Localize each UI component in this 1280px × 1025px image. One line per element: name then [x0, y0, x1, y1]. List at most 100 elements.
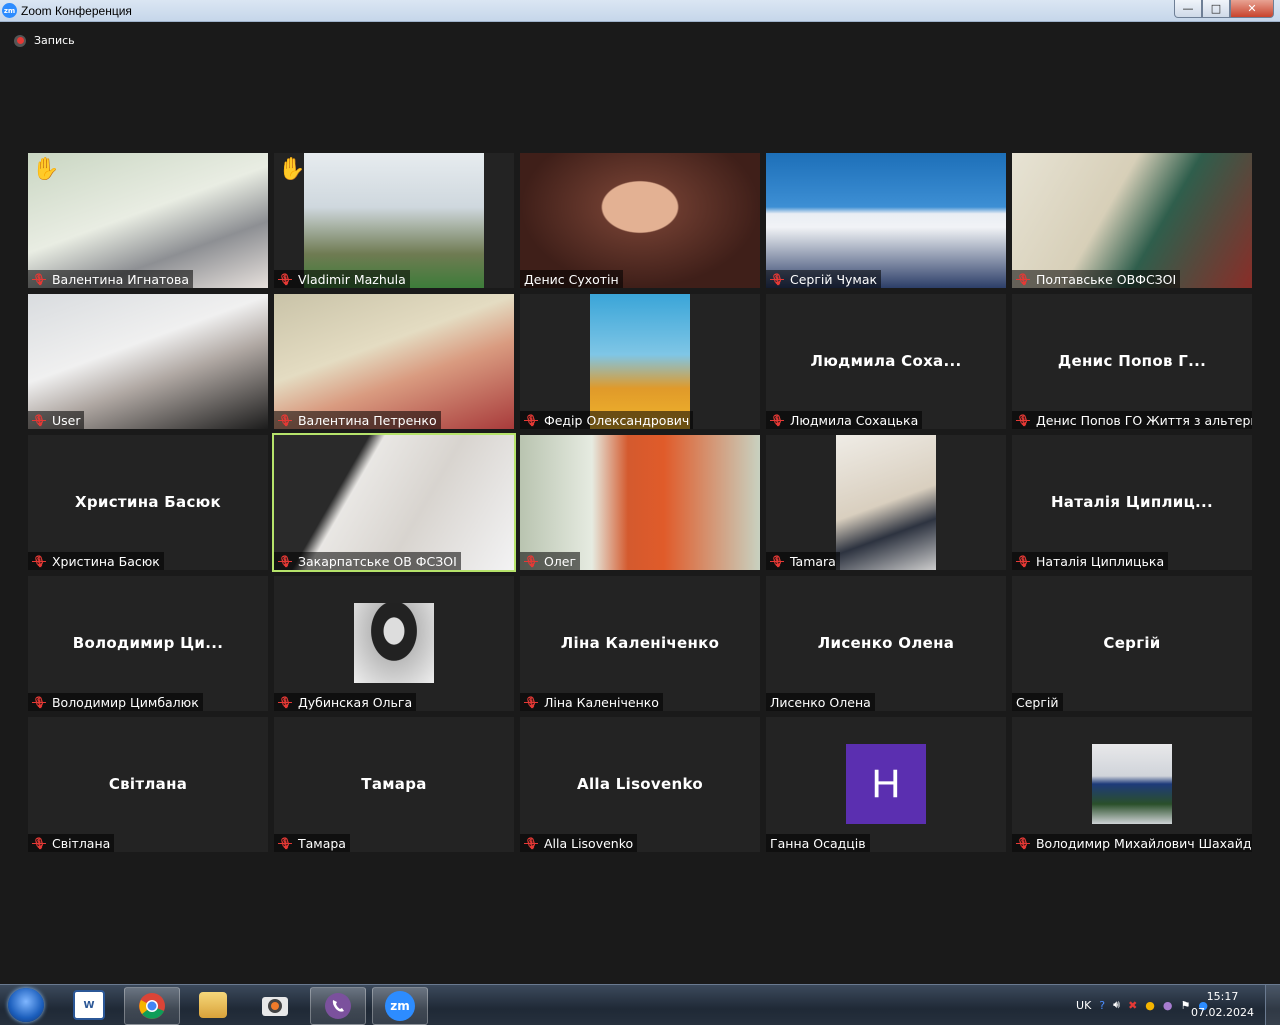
participant-tile[interactable]: 🎙︎ Валентина Петренко: [274, 294, 514, 429]
participant-tile[interactable]: Денис Сухотін: [520, 153, 760, 288]
participant-tile[interactable]: Володимир Ци... 🎙︎ Володимир Цимбалюк: [28, 576, 268, 711]
participant-tile[interactable]: Лисенко Олена Лисенко Олена: [766, 576, 1006, 711]
muted-mic-icon: 🎙︎: [524, 836, 538, 850]
muted-mic-icon: 🎙︎: [1016, 272, 1030, 286]
taskbar: W zm UK ? 🔊︎ ✖ ● ● ⚑ ● 15:17 07.02.2024: [0, 984, 1280, 1025]
muted-mic-icon: 🎙︎: [32, 272, 46, 286]
explorer-icon: [199, 992, 227, 1018]
participant-video: [590, 294, 690, 429]
participant-tile[interactable]: Христина Басюк 🎙︎ Христина Басюк: [28, 435, 268, 570]
participant-video: [28, 153, 268, 288]
maximize-button[interactable]: □: [1202, 0, 1230, 18]
window-title-bar: zm Zoom Конференция — □ ✕: [0, 0, 1280, 22]
tray-viber-icon[interactable]: ●: [1163, 999, 1173, 1012]
participant-name-label: 🎙︎ Володимир Цимбалюк: [28, 693, 203, 711]
participant-tile[interactable]: Сергій Сергій: [1012, 576, 1252, 711]
participant-name: Володимир Михайлович Шахайда: [1035, 835, 1252, 851]
taskbar-word[interactable]: W: [62, 987, 116, 1023]
participant-name: Денис Попов ГО Життя з альтерн...: [1035, 412, 1252, 428]
participant-tile[interactable]: 🎙︎ Сергій Чумак: [766, 153, 1006, 288]
taskbar-viber[interactable]: [310, 987, 366, 1025]
participant-video: [766, 153, 1006, 288]
recording-label: Запись: [34, 34, 75, 47]
participant-photo: [354, 603, 434, 683]
participant-tile[interactable]: Ліна Каленіченко 🎙︎ Ліна Каленіченко: [520, 576, 760, 711]
help-icon[interactable]: ?: [1099, 999, 1105, 1012]
participant-tile[interactable]: Світлана 🎙︎ Світлана: [28, 717, 268, 852]
participant-tile[interactable]: 🎙︎ Федір Олександрович: [520, 294, 760, 429]
language-indicator[interactable]: UK: [1076, 999, 1091, 1012]
system-clock[interactable]: 15:17 07.02.2024: [1191, 989, 1254, 1021]
tray-chrome-icon[interactable]: ●: [1145, 999, 1155, 1012]
participant-video: [520, 435, 760, 570]
muted-mic-icon: 🎙︎: [524, 695, 538, 709]
minimize-button[interactable]: —: [1174, 0, 1202, 18]
participant-name: User: [51, 412, 81, 428]
participant-display-name: Лисенко Олена: [817, 634, 955, 652]
participant-video: [520, 153, 760, 288]
participant-tile[interactable]: 🎙︎ Закарпатське ОВ ФСЗОІ: [272, 433, 516, 572]
participant-tile[interactable]: 🎙︎ Tamara: [766, 435, 1006, 570]
close-button[interactable]: ✕: [1230, 0, 1274, 18]
muted-mic-icon: 🎙︎: [32, 695, 46, 709]
muted-mic-icon: 🎙︎: [32, 836, 46, 850]
participant-name: Валентина Петренко: [297, 412, 437, 428]
participant-tile[interactable]: Денис Попов Г... 🎙︎ Денис Попов ГО Життя з…: [1012, 294, 1252, 429]
participant-name-label: 🎙︎ Валентина Игнатова: [28, 270, 193, 288]
participant-name: Лисенко Олена: [770, 694, 871, 710]
taskbar-chrome[interactable]: [124, 987, 180, 1025]
participant-name-label: 🎙︎ Володимир Михайлович Шахайда: [1012, 834, 1252, 852]
participant-name: Alla Lisovenko: [543, 835, 634, 851]
participant-name-label: 🎙︎ Федір Олександрович: [520, 411, 694, 429]
muted-mic-icon: 🎙︎: [1016, 836, 1030, 850]
zoom-icon: zm: [385, 991, 415, 1021]
chrome-icon: [139, 993, 165, 1019]
taskbar-explorer[interactable]: [186, 987, 240, 1023]
participant-display-name: Сергій: [1103, 634, 1161, 652]
participant-tile[interactable]: ✋ 🎙︎ Vladimir Mazhula: [274, 153, 514, 288]
participant-tile[interactable]: Наталія Циплиц... 🎙︎ Наталія Циплицька: [1012, 435, 1252, 570]
participant-name: Олег: [543, 553, 577, 569]
participant-tile[interactable]: 🎙︎ User: [28, 294, 268, 429]
muted-mic-icon: 🎙︎: [1016, 554, 1030, 568]
raised-hand-icon: ✋: [278, 157, 306, 182]
window-title: Zoom Конференция: [21, 3, 132, 18]
participant-tile[interactable]: 🎙︎ Олег: [520, 435, 760, 570]
muted-mic-icon: 🎙︎: [524, 413, 538, 427]
volume-icon[interactable]: 🔊︎: [1113, 998, 1120, 1012]
participant-video: [304, 153, 484, 288]
participant-video: [28, 294, 268, 429]
muted-mic-icon: 🎙︎: [524, 554, 538, 568]
participant-tile[interactable]: 🎙︎ Володимир Михайлович Шахайда: [1012, 717, 1252, 852]
participant-display-name: Христина Басюк: [74, 493, 222, 511]
participant-name: Tamara: [789, 553, 836, 569]
flag-icon[interactable]: ⚑: [1181, 999, 1191, 1012]
muted-mic-icon: 🎙︎: [278, 413, 292, 427]
participant-name-label: 🎙︎ Alla Lisovenko: [520, 834, 638, 852]
taskbar-zoom[interactable]: zm: [372, 987, 428, 1025]
participant-name: Дубинская Ольга: [297, 694, 413, 710]
participant-tile[interactable]: Людмила Соха... 🎙︎ Людмила Сохацька: [766, 294, 1006, 429]
network-icon[interactable]: ✖: [1128, 999, 1137, 1012]
show-desktop-button[interactable]: [1265, 985, 1280, 1025]
participant-tile[interactable]: Тамара 🎙︎ Тамара: [274, 717, 514, 852]
participant-name-label: 🎙︎ Тамара: [274, 834, 350, 852]
gallery-view: ✋ 🎙︎ Валентина Игнатова ✋ 🎙︎ Vladimir Mazhula…: [28, 153, 1252, 852]
muted-mic-icon: 🎙︎: [278, 836, 292, 850]
participant-tile[interactable]: ✋ 🎙︎ Валентина Игнатова: [28, 153, 268, 288]
participant-display-name: Денис Попов Г...: [1057, 352, 1207, 370]
participant-tile[interactable]: 🎙︎ Дубинская Ольга: [274, 576, 514, 711]
participant-tile[interactable]: Alla Lisovenko 🎙︎ Alla Lisovenko: [520, 717, 760, 852]
start-button[interactable]: [8, 988, 44, 1022]
participant-tile[interactable]: 🎙︎ Полтавське ОВФСЗОІ: [1012, 153, 1252, 288]
participant-name: Світлана: [51, 835, 111, 851]
participant-tile[interactable]: H Ганна Осадців: [766, 717, 1006, 852]
recording-indicator[interactable]: Запись: [14, 34, 75, 47]
muted-mic-icon: 🎙︎: [278, 554, 292, 568]
participant-name-label: 🎙︎ Наталія Циплицька: [1012, 552, 1169, 570]
participant-name: Полтавське ОВФСЗОІ: [1035, 271, 1177, 287]
participant-name: Ганна Осадців: [770, 835, 866, 851]
camera-icon: [262, 997, 288, 1016]
participant-name: Федір Олександрович: [543, 412, 690, 428]
taskbar-camera[interactable]: [248, 987, 302, 1023]
